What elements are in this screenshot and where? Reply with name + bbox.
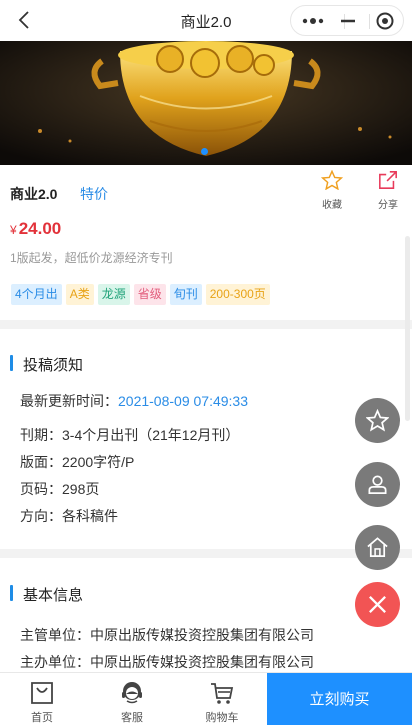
fab-profile-button[interactable] [355, 462, 400, 507]
tag-chip: 200-300页 [205, 284, 270, 305]
info-line: 主管单位：中原出版传媒投资控股集团有限公司 [20, 627, 314, 643]
section-divider [0, 549, 412, 558]
minimize-icon[interactable] [337, 11, 359, 31]
carousel-indicator[interactable] [201, 148, 208, 155]
nav-bar: 商业2.0 [0, 0, 412, 41]
special-price-label: 特价 [80, 186, 108, 202]
tag-chip: 4个月出 [11, 284, 62, 305]
info-line: 刊期：3-4个月出刊（21年12月刊） [20, 427, 240, 443]
tab-label: 首页 [31, 712, 53, 724]
info-line: 版面：2200字符/P [20, 454, 135, 470]
star-icon [320, 169, 344, 191]
section-heading-basic: 基本信息 [10, 584, 83, 605]
bag-icon [31, 682, 53, 704]
price-value: 24.00 [18, 219, 62, 238]
tag-chip: 龙源 [97, 284, 130, 305]
home-icon [367, 537, 388, 557]
user-icon [368, 475, 387, 494]
share-label: 分享 [378, 200, 398, 211]
tag-chip: A类 [65, 284, 94, 305]
star-icon [366, 409, 389, 432]
info-line: 主办单位：中原出版传媒投资控股集团有限公司 [20, 654, 314, 670]
tab-service[interactable]: 客服 [90, 673, 174, 725]
update-time-label: 最新更新时间： [20, 393, 118, 409]
tab-label: 购物车 [205, 712, 239, 724]
tab-cart[interactable]: 购物车 [180, 673, 264, 725]
banner-carousel[interactable] [0, 41, 412, 165]
scrollbar[interactable] [405, 236, 410, 421]
info-line: 页码：298页 [20, 481, 100, 497]
favorite-label: 收藏 [322, 200, 342, 211]
section-divider [0, 320, 412, 329]
tag-chip: 省级 [133, 284, 166, 305]
tab-home[interactable]: 首页 [0, 673, 84, 725]
bottom-bar: 首页 客服 购物车 立刻购买 [0, 672, 412, 725]
fab-home-button[interactable] [355, 525, 400, 570]
capsule-divider [369, 14, 370, 29]
tag-chip: 旬刊 [169, 284, 202, 305]
info-line: 方向：各科稿件 [20, 508, 118, 524]
update-time: 最新更新时间：2021-08-09 07:49:33 [20, 391, 248, 411]
close-miniprogram-icon[interactable] [374, 11, 396, 31]
update-time-value: 2021-08-09 07:49:33 [118, 393, 248, 409]
favorite-button[interactable]: 收藏 [317, 169, 347, 211]
close-icon [369, 596, 386, 613]
headset-icon [122, 682, 142, 704]
product-description: 1版起发，超低价龙源经济专刊 [10, 251, 173, 265]
more-icon[interactable] [301, 16, 325, 26]
share-button[interactable]: 分享 [373, 170, 403, 211]
tag-list: 4个月出 A类 龙源 省级 旬刊 200-300页 [11, 284, 270, 305]
currency-symbol: ¥ [10, 223, 17, 237]
mini-program-capsule [290, 5, 404, 36]
fab-close-button[interactable] [355, 582, 400, 627]
section-heading-notice: 投稿须知 [10, 354, 83, 375]
buy-now-button[interactable]: 立刻购买 [267, 673, 412, 725]
tab-label: 客服 [121, 712, 143, 724]
share-icon [379, 171, 397, 189]
fab-favorite-button[interactable] [355, 398, 400, 443]
product-title: 商业2.0 [10, 186, 58, 202]
cart-icon [211, 683, 234, 704]
price: ¥24.00 [10, 219, 61, 239]
banner-image [0, 41, 412, 165]
